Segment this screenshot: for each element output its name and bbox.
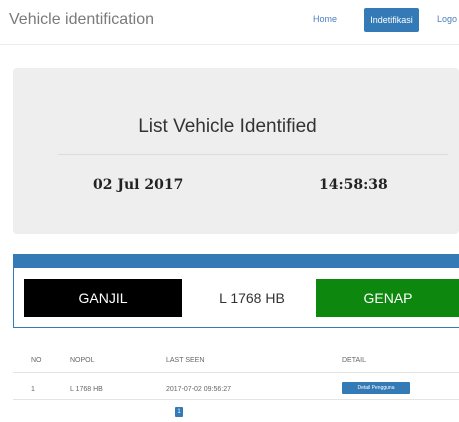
col-header-last-seen: LAST SEEN [166, 357, 205, 364]
col-header-nopol: NOPOL [70, 357, 95, 364]
plate-panel: GANJIL L 1768 HB GENAP [13, 254, 459, 328]
nav-identifikasi-link[interactable]: Indetifikasi [364, 8, 419, 32]
genap-indicator: GENAP [316, 279, 459, 317]
row-nopol: L 1768 HB [70, 386, 103, 393]
row-divider [13, 399, 459, 400]
page-title: List Vehicle Identified [138, 116, 317, 137]
row-no: 1 [31, 386, 35, 393]
navbar: Vehicle identification Home Indetifikasi… [0, 0, 459, 45]
col-header-detail: DETAIL [342, 357, 366, 364]
pagination-page-1[interactable]: 1 [175, 407, 183, 417]
divider [58, 154, 448, 155]
current-date: 02 Jul 2017 [93, 177, 184, 193]
row-last-seen: 2017-07-02 09:56:27 [166, 386, 231, 393]
jumbotron: List Vehicle Identified 02 Jul 2017 14:5… [13, 68, 459, 234]
nav-home-link[interactable]: Home [313, 14, 337, 24]
header-divider [13, 372, 459, 373]
plate-number: L 1768 HB [219, 290, 285, 306]
current-time: 14:58:38 [319, 177, 388, 193]
nav-logout-link[interactable]: Logo [437, 14, 457, 24]
brand-title[interactable]: Vehicle identification [9, 11, 154, 29]
panel-header [14, 255, 459, 268]
col-header-no: NO [31, 357, 42, 364]
ganjil-indicator: GANJIL [24, 279, 182, 317]
detail-pengguna-button[interactable]: Detail Pengguna [342, 382, 410, 394]
